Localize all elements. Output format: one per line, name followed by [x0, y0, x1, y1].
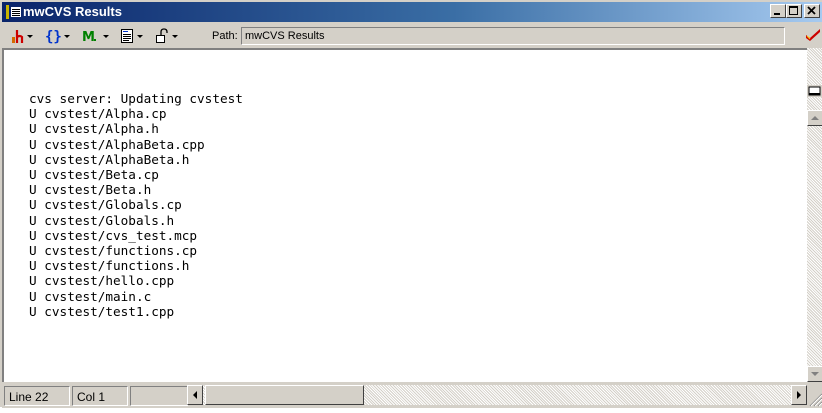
minimize-icon — [774, 13, 780, 15]
status-extra-field — [130, 386, 188, 406]
resize-grip[interactable] — [807, 382, 822, 408]
chevron-down-icon — [27, 34, 33, 38]
resize-grip-icon — [809, 393, 822, 407]
scroll-down-button[interactable] — [807, 366, 822, 382]
output-line: U cvstest/Alpha.h — [29, 121, 159, 137]
header-popup[interactable] — [10, 27, 33, 45]
column-indicator: Col 1 — [72, 386, 128, 406]
header-icon — [12, 30, 24, 43]
line-indicator: Line 22 — [4, 386, 70, 406]
functions-icon: {} — [45, 29, 61, 44]
output-line: U cvstest/AlphaBeta.cpp — [29, 136, 205, 152]
output-line: cvs server: Updating cvstest — [29, 91, 243, 106]
title-bar[interactable]: mwCVS Results — [2, 2, 822, 22]
output-line: U cvstest/functions.cp — [29, 243, 198, 259]
functions-popup[interactable]: {} — [45, 27, 70, 45]
output-line: U cvstest/main.c — [29, 288, 152, 304]
scroll-up-button[interactable] — [807, 110, 822, 126]
document-icon — [121, 29, 133, 43]
output-line: U cvstest/functions.h — [29, 258, 190, 274]
close-icon — [807, 6, 816, 15]
mwcvs-results-window: mwCVS Results {} M Path: mwCVS Results c… — [0, 0, 822, 408]
maximize-button[interactable] — [786, 4, 802, 18]
chevron-down-icon — [137, 34, 143, 38]
markers-popup[interactable]: M — [82, 27, 109, 45]
checkmark-icon[interactable] — [805, 27, 821, 43]
svg-text:M: M — [82, 30, 95, 44]
output-line: U cvstest/Globals.cp — [29, 197, 182, 213]
chevron-down-icon — [103, 34, 109, 38]
output-line: U cvstest/Beta.cp — [29, 167, 159, 183]
lock-popup[interactable] — [155, 27, 178, 45]
minimize-button[interactable] — [770, 4, 786, 18]
scroll-left-button[interactable] — [187, 385, 203, 405]
horizontal-scroll-thumb[interactable] — [205, 385, 364, 405]
path-field: mwCVS Results — [241, 27, 785, 45]
scroll-right-button[interactable] — [791, 385, 807, 405]
output-line: U cvstest/hello.cpp — [29, 273, 175, 289]
arrow-down-icon — [811, 372, 819, 376]
split-icon — [808, 86, 821, 96]
arrow-left-icon — [193, 391, 197, 399]
output-line: U cvstest/cvs_test.mcp — [29, 227, 198, 243]
output-line: U cvstest/Beta.h — [29, 182, 152, 198]
chevron-down-icon — [172, 34, 178, 38]
window-icon[interactable] — [6, 4, 22, 20]
window-title: mwCVS Results — [23, 4, 122, 19]
arrow-up-icon — [811, 116, 819, 120]
unlock-icon — [156, 28, 168, 43]
close-button[interactable] — [804, 4, 820, 18]
output-line: U cvstest/Alpha.cp — [29, 106, 167, 122]
path-label: Path: — [212, 30, 238, 42]
output-line: U cvstest/Globals.h — [29, 212, 175, 228]
output-line: U cvstest/test1.cpp — [29, 303, 175, 319]
toolbar: {} M Path: mwCVS Results — [2, 22, 822, 48]
document-popup[interactable] — [120, 27, 143, 45]
vertical-scrollbar[interactable] — [807, 48, 822, 382]
markers-icon: M — [82, 30, 96, 44]
results-output: cvs server: Updating cvstest U cvstest/A… — [29, 91, 243, 319]
svg-text:{}: {} — [45, 29, 61, 44]
arrow-right-icon — [797, 391, 801, 399]
chevron-down-icon — [64, 34, 70, 38]
output-line: U cvstest/AlphaBeta.h — [29, 151, 190, 167]
maximize-icon — [789, 6, 798, 15]
split-pane-button[interactable] — [807, 85, 822, 97]
